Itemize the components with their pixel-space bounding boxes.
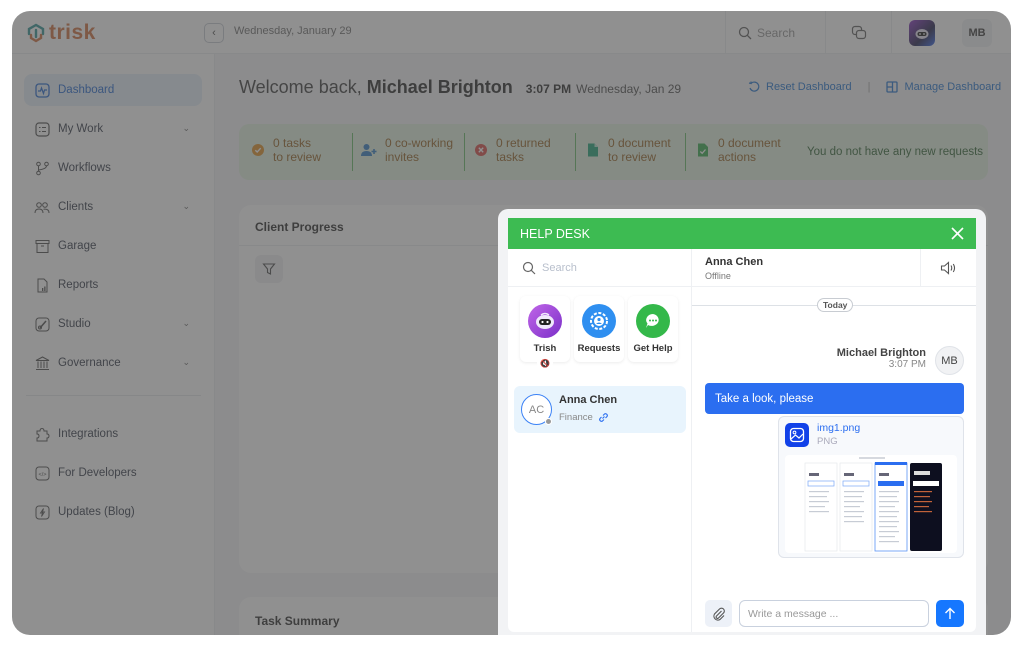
contact-dept-label: Finance [559,412,593,423]
chat-contact-name: Anna Chen [705,256,764,268]
attach-file-button[interactable] [705,600,732,627]
quick-action-get-help[interactable]: Get Help [628,296,678,362]
sender-time: 3:07 PM [888,359,926,370]
contact-department: Finance [559,412,609,423]
quick-action-label: Trish [533,343,557,354]
message-input[interactable] [739,600,929,627]
helpdesk-title: HELP DESK [520,226,590,241]
image-file-icon [785,423,809,447]
app-window: trisk ‹ Wednesday, January 29 Search MB … [12,11,1011,635]
contact-list-item[interactable]: AC Anna Chen Finance [514,386,686,433]
chat-bubble-icon [636,304,670,338]
close-icon [950,226,964,240]
chat-contact-status: Offline [705,271,731,281]
helpdesk-contacts-pane: Search Trish 🔇 Requests Get Help AC Anna… [508,249,692,632]
contact-search-placeholder: Search [542,261,577,274]
search-icon [522,261,536,274]
speaker-icon [940,261,955,275]
sender-name: Michael Brighton [836,347,926,359]
offline-status-dot [545,418,552,425]
paperclip-icon [712,607,725,621]
muted-icon: 🔇 [537,355,553,371]
close-button[interactable] [948,224,966,242]
contact-name: Anna Chen [559,394,618,406]
link-icon [598,413,608,422]
quick-action-trish[interactable]: Trish [520,296,570,362]
bot-icon [528,304,562,338]
helpdesk-header: HELP DESK [508,218,976,249]
attachment-name[interactable]: img1.png [817,422,860,434]
contact-search[interactable]: Search [508,249,692,287]
quick-action-label: Get Help [633,343,673,354]
quick-action-label: Requests [577,343,621,354]
message-sender: Michael Brighton 3:07 PM [837,347,926,370]
attachment-preview-image[interactable] [785,455,957,553]
attachment-type: PNG [817,436,838,447]
helpdesk-modal: HELP DESK Search Trish 🔇 Requests Get He… [508,218,976,632]
attachment-card[interactable]: img1.png PNG [778,416,964,558]
day-label: Today [817,298,854,312]
sender-avatar: MB [935,346,964,375]
arrow-up-icon [945,607,955,619]
send-button[interactable] [936,600,964,627]
message-bubble: Take a look, please [705,383,964,414]
chat-header: Anna Chen Offline [692,249,976,287]
helpdesk-chat-pane: Anna Chen Offline Today Michael Brighton… [692,249,976,632]
quick-action-requests[interactable]: Requests [574,296,624,362]
sound-toggle-button[interactable] [920,249,976,287]
gear-user-icon [582,304,616,338]
